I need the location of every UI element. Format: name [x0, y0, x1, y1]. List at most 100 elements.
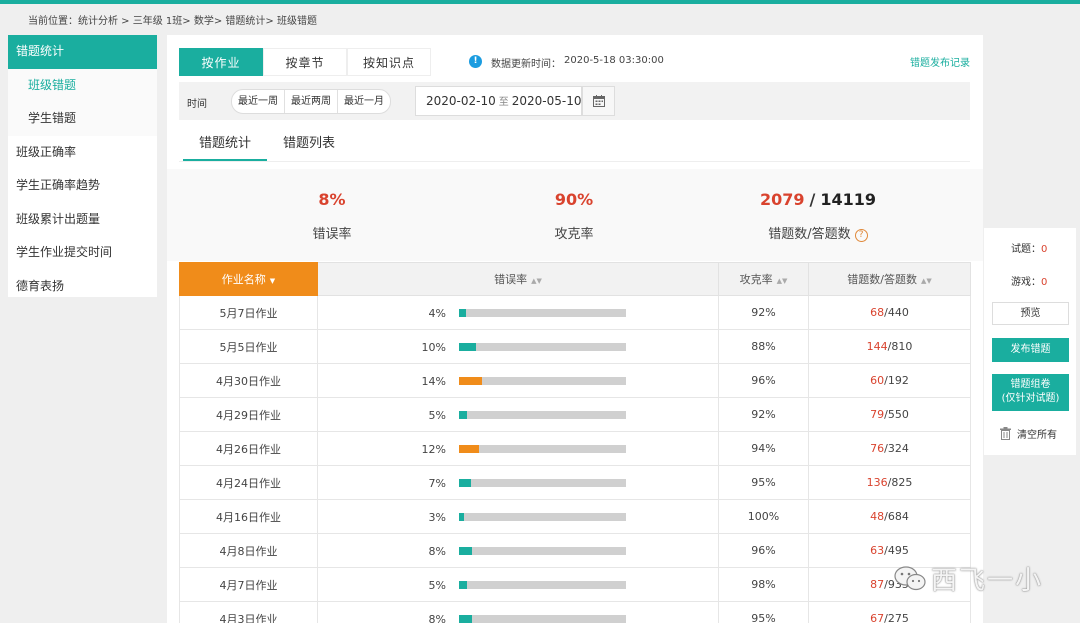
cell-wrong-count: 63: [870, 544, 885, 557]
header-conquer-rate-text: 攻克率: [739, 273, 773, 286]
compose-paper-button[interactable]: 错题组卷 (仅针对试题): [992, 374, 1069, 411]
error-rate-bar-fill: [459, 377, 483, 385]
cell-counts: 48/684: [808, 499, 971, 534]
error-rate-bar-fill: [459, 309, 466, 317]
error-rate-bar-fill: [459, 513, 464, 521]
error-rate-text: 10%: [421, 341, 446, 354]
cell-homework-name: 4月26日作业: [179, 431, 318, 466]
cell-homework-name: 4月7日作业: [179, 567, 318, 602]
header-error-rate-text: 错误率: [494, 273, 528, 286]
calendar-button[interactable]: [582, 86, 615, 116]
sidebar-item-error-stats[interactable]: 错题统计: [8, 35, 157, 69]
caret-down-icon: ▼: [269, 277, 276, 285]
answered-count: 14119: [820, 190, 877, 209]
error-rate-text: 8%: [428, 545, 446, 558]
cell-error-rate: 10%: [317, 329, 719, 364]
table-row[interactable]: 4月16日作业 3% 100% 48/684: [179, 499, 971, 534]
stats-subtabs: 错题统计 错题列表: [183, 135, 351, 161]
help-icon[interactable]: ?: [854, 229, 868, 242]
error-rate-bar: [459, 377, 626, 385]
cell-wrong-count: 79: [870, 408, 885, 421]
error-rate-bar: [459, 445, 626, 453]
sidebar-item-student-accuracy-trend[interactable]: 学生正确率趋势: [8, 169, 157, 203]
cell-conquer-rate: 92%: [718, 295, 809, 330]
subtab-divider: [179, 161, 970, 162]
cell-conquer-rate: 92%: [718, 397, 809, 432]
error-rate-text: 8%: [428, 613, 446, 623]
error-rate-bar: [459, 309, 626, 317]
cell-total-count: /495: [884, 544, 909, 557]
error-rate-bar: [459, 479, 626, 487]
games-label: 游戏：: [1011, 277, 1041, 288]
error-rate-bar-fill: [459, 615, 473, 623]
sidebar-item-class-total-questions[interactable]: 班级累计出题量: [8, 203, 157, 237]
cell-counts: 67/275: [808, 601, 971, 623]
subtab-error-stats[interactable]: 错题统计: [183, 135, 268, 161]
error-rate-bar: [459, 513, 626, 521]
cell-counts: 76/324: [808, 431, 971, 466]
clear-all-button[interactable]: 清空所有: [1000, 426, 1057, 441]
table-row[interactable]: 5月7日作业 4% 92% 68/440: [179, 295, 971, 330]
error-rate-text: 14%: [421, 375, 446, 388]
tab-by-chapter[interactable]: 按章节: [263, 48, 347, 76]
cell-homework-name: 5月7日作业: [179, 295, 318, 330]
counts-value: 2079/14119: [738, 190, 898, 209]
subtab-error-list[interactable]: 错题列表: [267, 135, 351, 161]
cell-homework-name: 5月5日作业: [179, 329, 318, 364]
sidebar-item-moral-praise[interactable]: 德育表扬: [8, 270, 157, 304]
cell-homework-name: 4月30日作业: [179, 363, 318, 398]
last-two-weeks-button[interactable]: 最近两周: [285, 90, 338, 113]
preview-button[interactable]: 预览: [992, 302, 1069, 325]
error-rate-text: 7%: [428, 477, 446, 490]
header-conquer-rate[interactable]: 攻克率 ▲▼: [718, 262, 809, 296]
sidebar-item-class-errors[interactable]: 班级错题: [8, 68, 157, 102]
error-rate-bar: [459, 343, 626, 351]
cell-total-count: /550: [884, 408, 909, 421]
header-counts[interactable]: 错题数/答题数 ▲▼: [808, 262, 971, 296]
table-row[interactable]: 4月24日作业 7% 95% 136/825: [179, 465, 971, 500]
cell-error-rate: 7%: [317, 465, 719, 500]
header-homework-name[interactable]: 作业名称 ▼: [179, 262, 318, 296]
cell-wrong-count: 60: [870, 374, 885, 387]
cell-total-count: /324: [884, 442, 909, 455]
publish-record-link[interactable]: 错题发布记录: [910, 54, 970, 69]
sidebar-item-student-errors[interactable]: 学生错题: [8, 102, 157, 136]
top-accent-bar: [0, 0, 1080, 4]
date-end: 2020-05-10: [511, 94, 582, 108]
cell-counts: 144/810: [808, 329, 971, 364]
publish-errors-button[interactable]: 发布错题: [992, 338, 1069, 362]
table-row[interactable]: 4月26日作业 12% 94% 76/324: [179, 431, 971, 466]
filter-bar: 时间 最近一周 最近两周 最近一月 2020-02-10 至 2020-05-10: [179, 82, 970, 120]
error-rate-value: 8%: [318, 190, 346, 209]
update-time-label: 数据更新时间：: [491, 59, 561, 70]
date-range-input[interactable]: 2020-02-10 至 2020-05-10: [415, 86, 582, 116]
table-row[interactable]: 4月30日作业 14% 96% 60/192: [179, 363, 971, 398]
table-row[interactable]: 4月29日作业 5% 92% 79/550: [179, 397, 971, 432]
tab-by-homework[interactable]: 按作业: [179, 48, 263, 76]
error-rate-bar: [459, 547, 626, 555]
sidebar-item-submission-time[interactable]: 学生作业提交时间: [8, 236, 157, 270]
last-month-button[interactable]: 最近一月: [338, 90, 390, 113]
error-rate-bar-fill: [459, 343, 476, 351]
table-row[interactable]: 4月3日作业 8% 95% 67/275: [179, 601, 971, 623]
last-week-button[interactable]: 最近一周: [232, 90, 285, 113]
cell-counts: 79/550: [808, 397, 971, 432]
header-error-rate[interactable]: 错误率 ▲▼: [317, 262, 719, 296]
breadcrumb: 当前位置：统计分析 > 三年级 1班> 数学> 错题统计> 班级错题: [28, 16, 317, 27]
error-rate-bar-fill: [459, 581, 468, 589]
cell-homework-name: 4月8日作业: [179, 533, 318, 568]
calendar-icon: [593, 95, 605, 107]
table-row[interactable]: 5月5日作业 10% 88% 144/810: [179, 329, 971, 364]
cell-conquer-rate: 98%: [718, 567, 809, 602]
update-time-value: 2020-5-18 03:30:00: [564, 55, 664, 66]
sidebar-item-class-accuracy[interactable]: 班级正确率: [8, 136, 157, 170]
stat-conquer-rate: 90% 攻克率: [524, 190, 624, 242]
cell-wrong-count: 144: [866, 340, 888, 353]
table-row[interactable]: 4月8日作业 8% 96% 63/495: [179, 533, 971, 568]
table-header-row: 作业名称 ▼ 错误率 ▲▼ 攻克率 ▲▼ 错题数/答题数 ▲▼: [179, 262, 971, 296]
cell-wrong-count: 136: [866, 476, 888, 489]
tab-by-knowledge-point[interactable]: 按知识点: [347, 48, 431, 76]
cell-wrong-count: 87: [870, 578, 885, 591]
table-row[interactable]: 4月7日作业 5% 98% 87/935: [179, 567, 971, 602]
stat-counts: 2079/14119 错题数/答题数?: [738, 190, 898, 242]
